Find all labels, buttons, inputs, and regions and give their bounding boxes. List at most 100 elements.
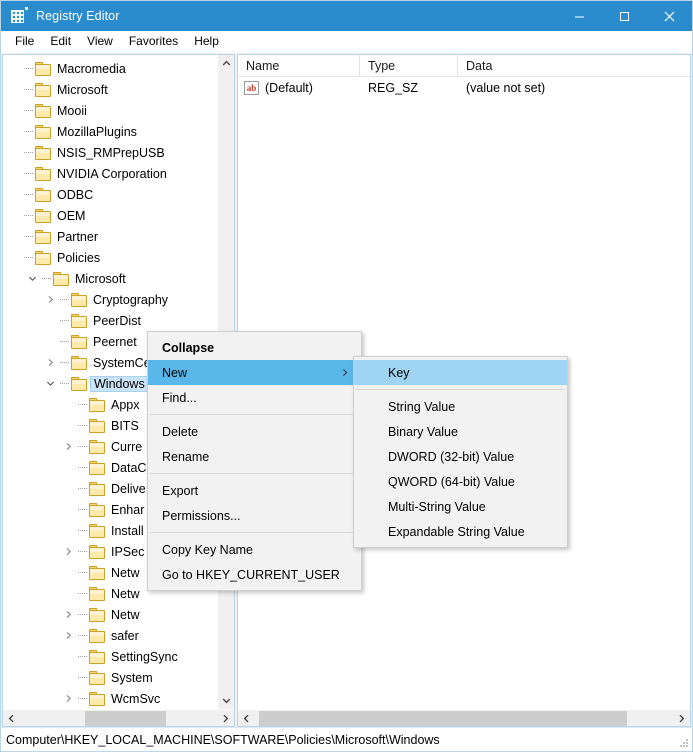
context-menu-item-new[interactable]: New <box>148 360 361 385</box>
tree-connector <box>21 89 35 90</box>
tree-item-label: Peernet <box>93 334 137 349</box>
folder-icon <box>35 208 52 223</box>
tree-item-nsis-rmprepusb[interactable]: NSIS_RMPrepUSB <box>3 142 217 163</box>
menu-help[interactable]: Help <box>186 32 227 51</box>
tree-connector <box>57 383 71 384</box>
submenu-item-binary-value[interactable]: Binary Value <box>354 419 567 444</box>
tree-item-macromedia[interactable]: Macromedia <box>3 58 217 79</box>
tree-item-mozillaplugins[interactable]: MozillaPlugins <box>3 121 217 142</box>
tree-connector <box>75 593 89 594</box>
chevron-right-icon[interactable] <box>61 610 75 619</box>
folder-icon <box>89 691 106 706</box>
list-scroll-right-icon[interactable] <box>673 710 690 727</box>
folder-icon <box>35 166 52 181</box>
list-hscroll-track[interactable] <box>255 710 673 727</box>
list-hscroll-thumb[interactable] <box>259 710 627 726</box>
submenu-item-multi-string-value[interactable]: Multi-String Value <box>354 494 567 519</box>
scroll-up-icon[interactable] <box>218 55 234 72</box>
tree-item-peerdist[interactable]: PeerDist <box>3 310 217 331</box>
tree-item-microsoft[interactable]: Microsoft <box>3 268 217 289</box>
menu-view[interactable]: View <box>79 32 121 51</box>
context-menu[interactable]: Collapse New Find... Delete Rename Export Perm… <box>147 331 362 591</box>
tree-item-mooii[interactable]: Mooii <box>3 100 217 121</box>
submenu-item-qword-64-bit-value[interactable]: QWORD (64-bit) Value <box>354 469 567 494</box>
chevron-right-icon[interactable] <box>43 295 57 304</box>
chevron-down-icon[interactable] <box>25 274 39 283</box>
tree-item-safer[interactable]: safer <box>3 625 217 646</box>
folder-icon <box>35 82 52 97</box>
tree-item-nvidia-corporation[interactable]: NVIDIA Corporation <box>3 163 217 184</box>
scroll-right-icon[interactable] <box>217 710 234 727</box>
tree-hscroll-track[interactable] <box>20 710 217 727</box>
chevron-down-icon[interactable] <box>43 379 57 388</box>
new-submenu[interactable]: Key String Value Binary Value DWORD (32-bit… <box>353 356 568 548</box>
chevron-right-icon[interactable] <box>61 694 75 703</box>
menu-favorites[interactable]: Favorites <box>121 32 186 51</box>
close-button[interactable] <box>647 1 692 31</box>
context-menu-item-collapse[interactable]: Collapse <box>148 335 361 360</box>
folder-icon <box>89 460 106 475</box>
window-title: Registry Editor <box>36 9 120 23</box>
submenu-item-expandable-string-value[interactable]: Expandable String Value <box>354 519 567 544</box>
context-menu-item-find[interactable]: Find... <box>148 385 361 410</box>
context-menu-item-go-to-hkey-current-user[interactable]: Go to HKEY_CURRENT_USER <box>148 562 361 587</box>
menu-edit[interactable]: Edit <box>42 32 79 51</box>
tree-hscroll-thumb[interactable] <box>85 710 166 726</box>
tree-item-system[interactable]: System <box>3 667 217 688</box>
table-row[interactable]: ab (Default) REG_SZ (value not set) <box>238 77 690 99</box>
tree-item-partner[interactable]: Partner <box>3 226 217 247</box>
scroll-down-icon[interactable] <box>218 692 234 709</box>
list-scroll-left-icon[interactable] <box>238 710 255 727</box>
chevron-right-icon[interactable] <box>61 631 75 640</box>
tree-connector <box>21 215 35 216</box>
submenu-item-key[interactable]: Key <box>354 360 567 385</box>
column-header-name[interactable]: Name <box>238 55 360 77</box>
tree-item-label: MozillaPlugins <box>57 124 137 139</box>
context-menu-item-export[interactable]: Export <box>148 478 361 503</box>
chevron-right-icon[interactable] <box>61 547 75 556</box>
maximize-button[interactable] <box>602 1 647 31</box>
status-path: Computer\HKEY_LOCAL_MACHINE\SOFTWARE\Pol… <box>6 732 440 747</box>
tree-item-cryptography[interactable]: Cryptography <box>3 289 217 310</box>
tree-item-netw[interactable]: Netw <box>3 604 217 625</box>
tree-item-label: Netw <box>111 586 140 601</box>
tree-item-label: Install <box>111 523 144 538</box>
folder-icon <box>89 418 106 433</box>
tree-item-label: Enhar <box>111 502 145 517</box>
column-header-type[interactable]: Type <box>360 55 458 77</box>
tree-connector <box>75 467 89 468</box>
tree-item-settingsync[interactable]: SettingSync <box>3 646 217 667</box>
context-menu-item-permissions[interactable]: Permissions... <box>148 503 361 528</box>
chevron-right-icon[interactable] <box>61 442 75 451</box>
chevron-right-icon[interactable] <box>43 358 57 367</box>
tree-item-label: IPSec <box>111 544 145 559</box>
tree-connector <box>75 656 89 657</box>
tree-connector <box>39 278 53 279</box>
tree-connector <box>75 635 89 636</box>
scroll-left-icon[interactable] <box>3 710 20 727</box>
status-bar: Computer\HKEY_LOCAL_MACHINE\SOFTWARE\Pol… <box>1 727 692 751</box>
list-horizontal-scrollbar[interactable] <box>238 709 690 726</box>
resize-grip-icon[interactable] <box>679 738 689 748</box>
folder-icon <box>35 124 52 139</box>
tree-item-wcmsvc[interactable]: WcmSvc <box>3 688 217 709</box>
context-menu-item-delete[interactable]: Delete <box>148 419 361 444</box>
tree-item-label: BITS <box>111 418 139 433</box>
menu-file[interactable]: File <box>7 32 42 51</box>
minimize-button[interactable] <box>557 1 602 31</box>
tree-item-microsoft[interactable]: Microsoft <box>3 79 217 100</box>
tree-item-oem[interactable]: OEM <box>3 205 217 226</box>
tree-item-policies[interactable]: Policies <box>3 247 217 268</box>
column-header-data[interactable]: Data <box>458 55 690 77</box>
tree-horizontal-scrollbar[interactable] <box>3 709 234 726</box>
context-menu-item-copy-key-name[interactable]: Copy Key Name <box>148 537 361 562</box>
tree-item-label: Partner <box>57 229 98 244</box>
submenu-item-string-value[interactable]: String Value <box>354 394 567 419</box>
folder-icon <box>89 670 106 685</box>
menu-separator <box>150 414 359 415</box>
folder-icon <box>35 61 52 76</box>
submenu-item-dword-32-bit-value[interactable]: DWORD (32-bit) Value <box>354 444 567 469</box>
context-menu-item-rename[interactable]: Rename <box>148 444 361 469</box>
tree-item-odbc[interactable]: ODBC <box>3 184 217 205</box>
folder-icon <box>89 586 106 601</box>
